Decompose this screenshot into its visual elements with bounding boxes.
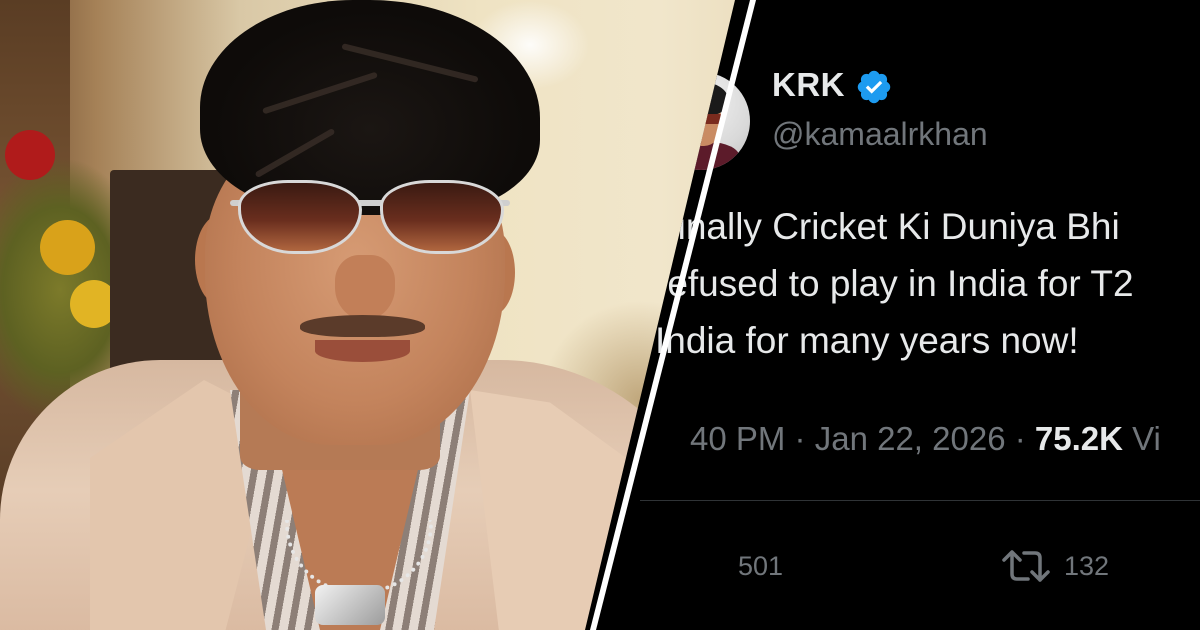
meta-separator: · [794,420,806,457]
tweet-date[interactable]: Jan 22, 2026 [815,420,1006,457]
views-label: Vi [1132,420,1161,457]
tweet-text-line: India for many years now! [655,320,1079,361]
tweet-text-line: refused to play in India for T2 [655,263,1134,304]
mouth [315,340,410,362]
replies-count[interactable]: 501 [738,551,783,582]
retweet-icon[interactable] [1000,548,1052,584]
tweet-text: Finally Cricket Ki Duniya Bhi refused to … [655,198,1200,369]
views-count[interactable]: 75.2K [1035,420,1123,457]
divider [640,500,1200,501]
meta-separator: · [1014,420,1026,457]
retweets-count[interactable]: 132 [1064,551,1109,582]
tweet-text-line: Finally Cricket Ki Duniya Bhi [655,206,1120,247]
tweet-time[interactable]: 40 PM [690,420,785,457]
background-flower [40,220,95,275]
user-handle[interactable]: @kamaalrkhan [772,116,988,153]
display-name[interactable]: KRK [772,66,845,104]
tweet-metadata: 40 PM · Jan 22, 2026 · 75.2K Vi [690,420,1161,458]
verified-badge-icon [857,70,891,104]
mustache [300,315,425,337]
background-flower [5,130,55,180]
nose [335,255,395,320]
necklace-pendant [315,585,385,625]
